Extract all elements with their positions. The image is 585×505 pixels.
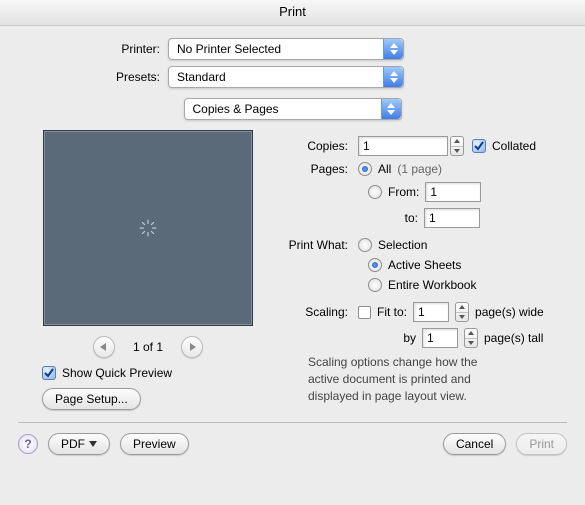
window-title: Print [0, 0, 585, 26]
printer-select[interactable]: No Printer Selected [168, 38, 404, 60]
page-setup-label: Page Setup... [55, 392, 128, 406]
pdf-label: PDF [61, 437, 85, 451]
dropdown-arrows-icon [383, 67, 403, 87]
show-quick-preview-label: Show Quick Preview [62, 366, 172, 380]
printer-label: Printer: [18, 42, 168, 56]
scaling-label: Scaling: [288, 305, 358, 319]
next-page-button[interactable] [181, 336, 203, 358]
preview-button[interactable]: Preview [120, 433, 189, 455]
dropdown-arrows-icon [383, 39, 403, 59]
print-what-selection-label: Selection [378, 238, 427, 252]
spinner-icon [139, 219, 157, 237]
pages-to-input[interactable] [424, 208, 480, 228]
fit-wide-stepper[interactable] [455, 302, 469, 322]
presets-label: Presets: [18, 70, 168, 84]
fit-wide-suffix: page(s) wide [475, 305, 544, 319]
presets-value: Standard [177, 70, 226, 84]
presets-select[interactable]: Standard [168, 66, 404, 88]
pages-from-input[interactable] [425, 182, 481, 202]
checkmark-icon [42, 366, 56, 380]
copies-stepper[interactable] [450, 136, 464, 156]
preview-pane [43, 130, 253, 326]
print-what-workbook-radio[interactable] [368, 278, 382, 292]
collated-checkbox[interactable] [472, 139, 486, 153]
print-what-label: Print What: [288, 238, 358, 252]
pages-all-radio[interactable] [358, 162, 372, 176]
pages-all-label: All [378, 162, 391, 176]
cancel-button[interactable]: Cancel [443, 433, 506, 455]
checkmark-icon [474, 141, 484, 151]
pages-count: (1 page) [397, 162, 442, 176]
triangle-down-icon [89, 441, 97, 447]
fit-to-label: Fit to: [377, 305, 407, 319]
arrow-right-icon [188, 343, 196, 351]
print-button[interactable]: Print [516, 433, 567, 455]
dropdown-arrows-icon [381, 99, 401, 119]
cancel-label: Cancel [456, 437, 493, 451]
pages-to-label: to: [388, 211, 424, 225]
print-label: Print [529, 437, 554, 451]
copies-label: Copies: [288, 139, 358, 153]
pdf-menu-button[interactable]: PDF [48, 433, 110, 455]
fit-tall-stepper[interactable] [464, 328, 478, 348]
fit-to-checkbox[interactable] [358, 306, 371, 319]
section-select[interactable]: Copies & Pages [184, 98, 402, 120]
preview-label: Preview [133, 437, 176, 451]
collated-label: Collated [492, 139, 536, 153]
help-button[interactable]: ? [18, 434, 38, 454]
fit-wide-input[interactable] [413, 302, 449, 322]
arrow-left-icon [100, 343, 108, 351]
print-what-active-radio[interactable] [368, 258, 382, 272]
pages-from-radio[interactable] [368, 185, 382, 199]
section-value: Copies & Pages [193, 102, 279, 116]
fit-by-label: by [392, 331, 422, 345]
stepper-up-icon [451, 137, 463, 147]
scaling-note: Scaling options change how the active do… [288, 354, 488, 404]
print-what-active-label: Active Sheets [388, 258, 461, 272]
page-indicator: 1 of 1 [133, 340, 163, 354]
prev-page-button[interactable] [93, 336, 115, 358]
print-what-selection-radio[interactable] [358, 238, 372, 252]
fit-tall-suffix: page(s) tall [484, 331, 543, 345]
pages-from-label: From: [388, 185, 419, 199]
copies-input[interactable] [358, 136, 448, 156]
fit-tall-input[interactable] [422, 328, 458, 348]
stepper-down-icon [451, 147, 463, 156]
pages-label: Pages: [288, 162, 358, 176]
show-quick-preview-checkbox[interactable]: Show Quick Preview [42, 366, 278, 380]
print-what-workbook-label: Entire Workbook [388, 278, 476, 292]
page-setup-button[interactable]: Page Setup... [42, 388, 141, 410]
separator [18, 422, 567, 423]
printer-value: No Printer Selected [177, 42, 281, 56]
